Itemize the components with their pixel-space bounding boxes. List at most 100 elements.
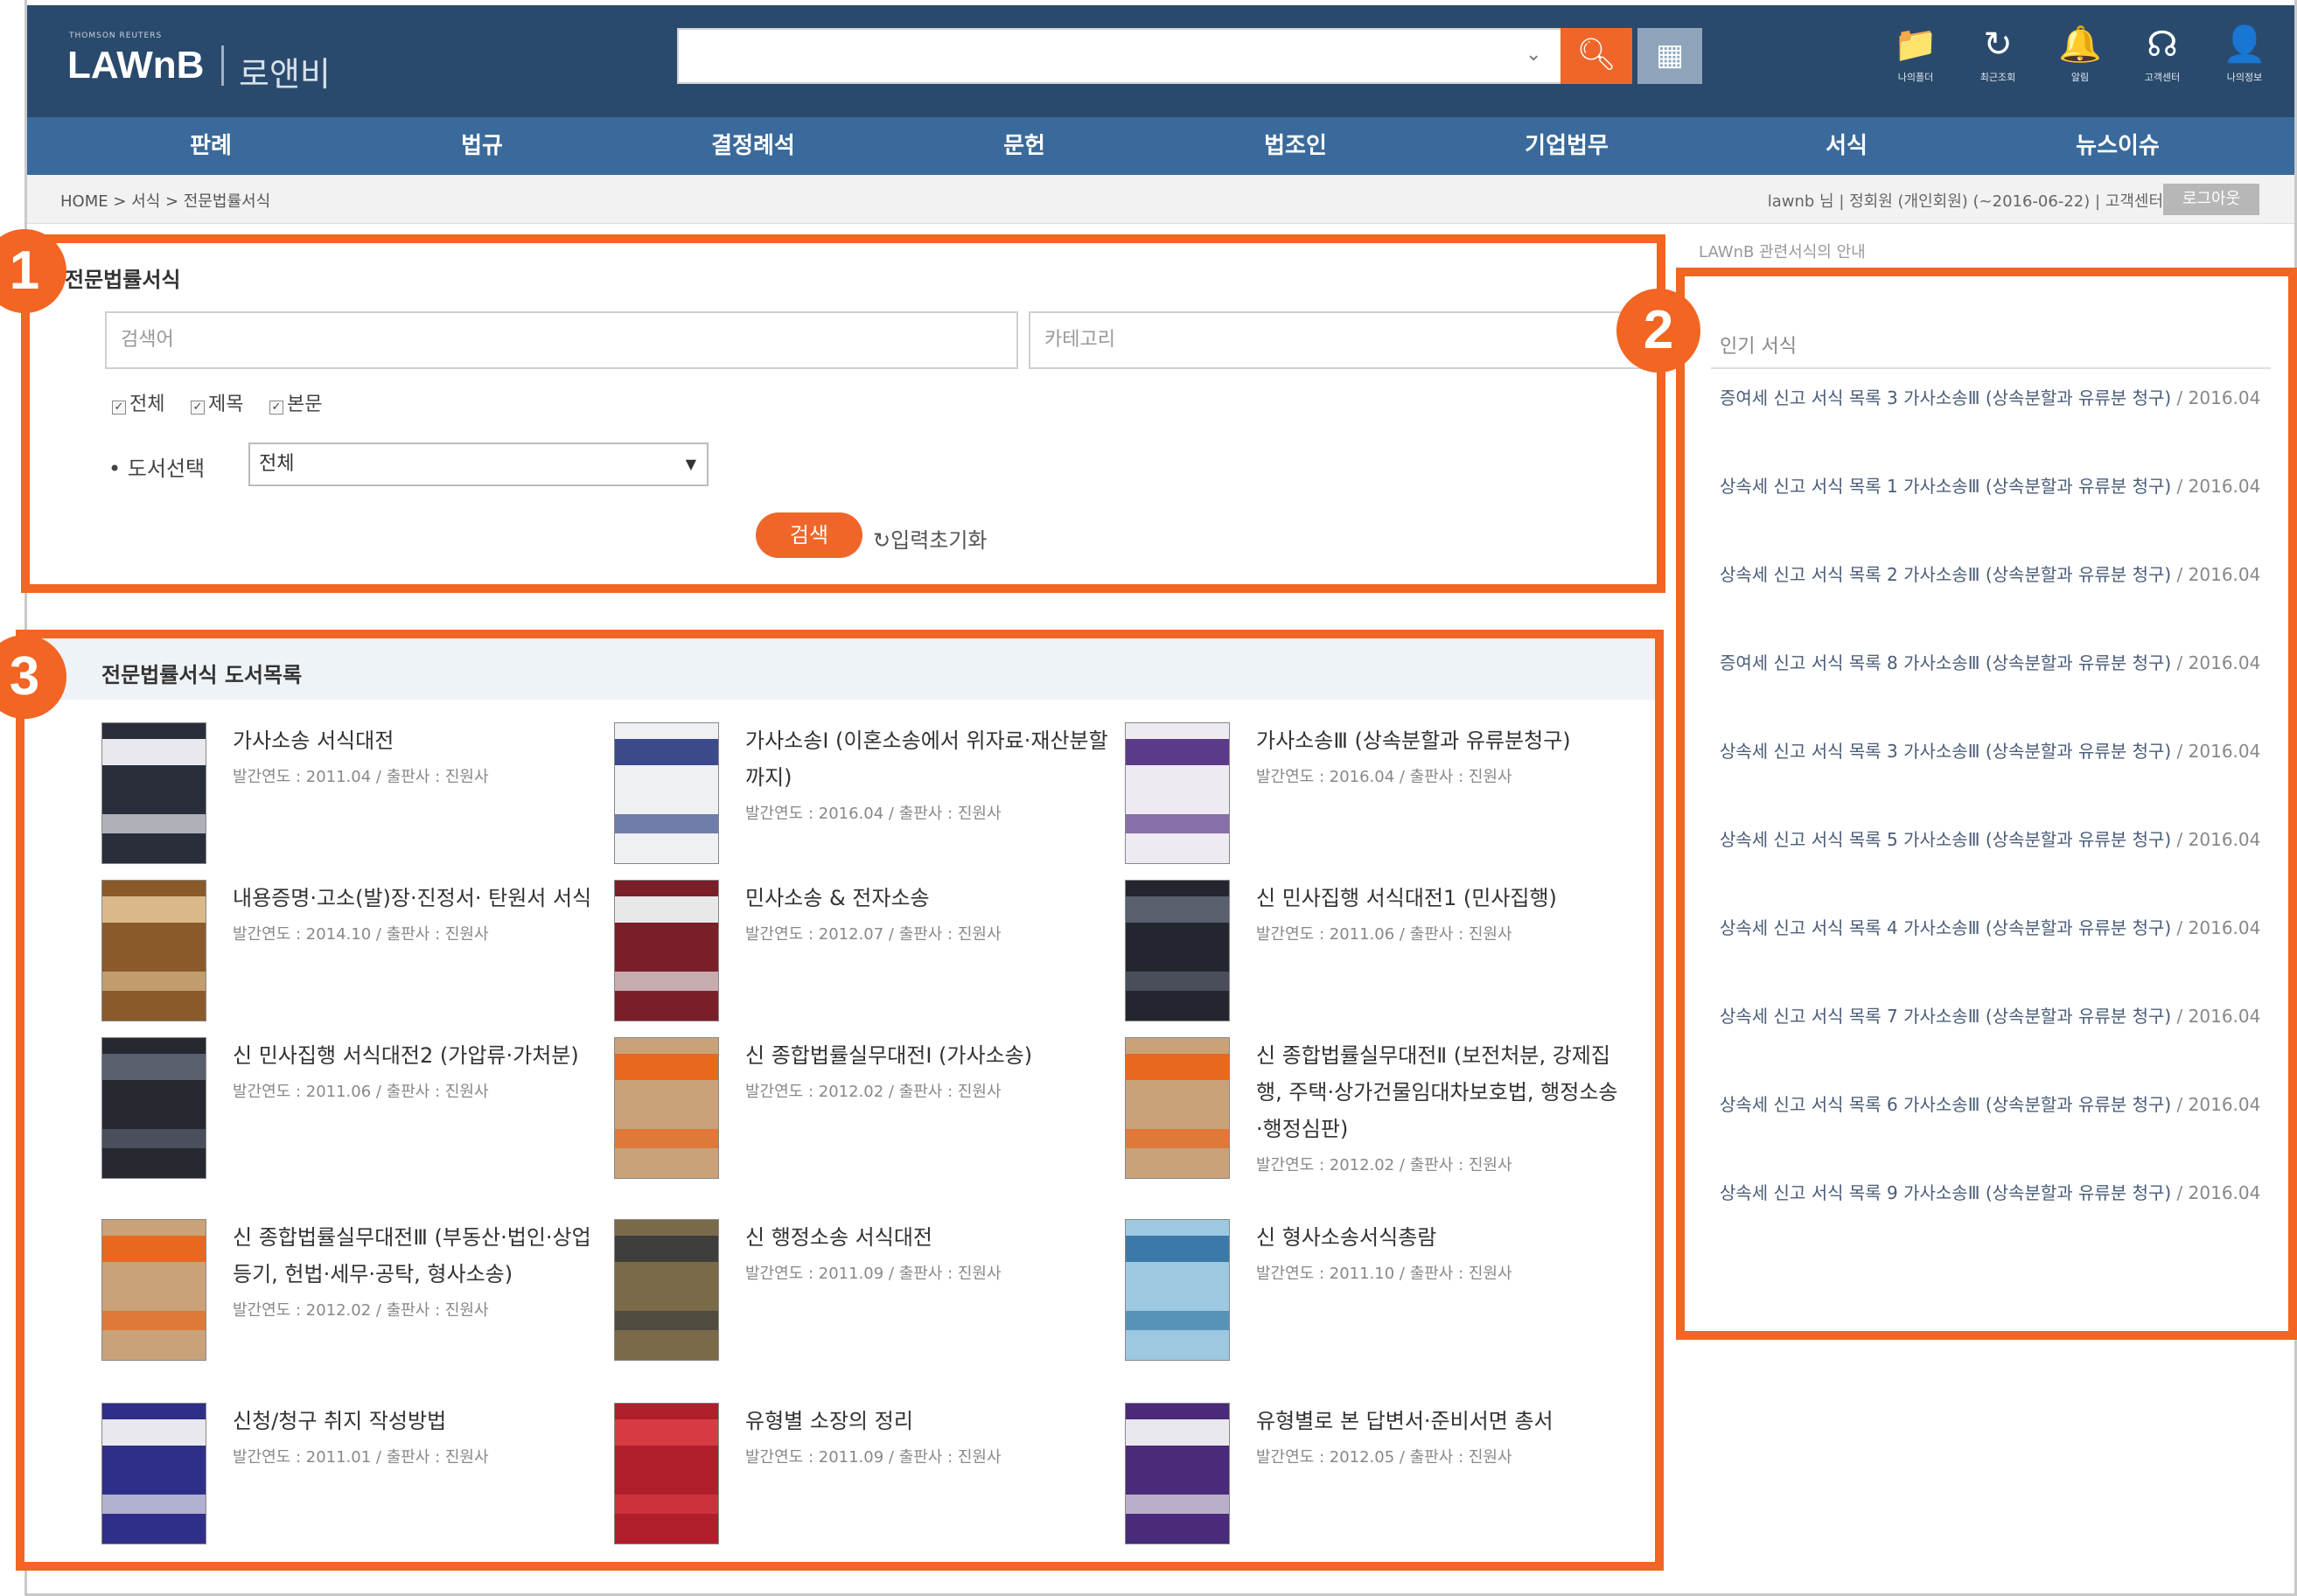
popular-form-item[interactable]: 증여세 신고 서식 목록 8 가사소송Ⅲ (상속분할과 유류분 청구) / 20… <box>1720 648 2262 736</box>
book-meta: 발간연도 : 2016.04 / 출판사 : 진원사 <box>745 805 1002 823</box>
tool-label: 최근조회 <box>1979 72 2016 83</box>
popular-form-item[interactable]: 증여세 신고 서식 목록 3 가사소송Ⅲ (상속분할과 유류분 청구) / 20… <box>1720 383 2262 471</box>
popular-form-item[interactable]: 상속세 신고 서식 목록 5 가사소송Ⅲ (상속분할과 유류분 청구) / 20… <box>1720 825 2262 913</box>
book-item[interactable]: 신 종합법률실무대전Ⅲ (부동산·법인·상업등기, 헌법·세무·공탁, 형사소송… <box>101 1219 609 1385</box>
tool-label: 나의폴더 <box>1897 72 1934 83</box>
folder-tool[interactable]: 📁 나의폴더 <box>1881 23 1951 84</box>
book-cover[interactable] <box>101 722 206 864</box>
book-item[interactable]: 가사소송Ⅲ (상속분할과 유류분청구) 발간연도 : 2016.04 / 출판사 … <box>1125 722 1632 889</box>
cover-band <box>102 1054 206 1080</box>
form-title: 상속세 신고 서식 목록 5 가사소송Ⅲ (상속분할과 유류분 청구) <box>1720 829 2172 850</box>
book-title[interactable]: 가사소송Ⅲ (상속분할과 유류분청구) <box>1256 722 1623 759</box>
reset-button[interactable]: ↻입력초기화 <box>873 523 988 554</box>
popular-form-item[interactable]: 상속세 신고 서식 목록 9 가사소송Ⅲ (상속분할과 유류분 청구) / 20… <box>1720 1178 2262 1266</box>
book-item[interactable]: 신 종합법률실무대전Ⅰ (가사소송) 발간연도 : 2012.02 / 출판사 :… <box>614 1037 1121 1203</box>
book-item[interactable]: 내용증명·고소(발)장·진정서· 탄원서 서식 발간연도 : 2014.10 / … <box>101 880 609 1046</box>
book-title[interactable]: 유형별로 본 답변서·준비서면 총서 <box>1256 1403 1623 1439</box>
checkbox-icon: ✓ <box>191 401 205 415</box>
book-item[interactable]: 유형별로 본 답변서·준비서면 총서 발간연도 : 2012.05 / 출판사 :… <box>1125 1403 1632 1569</box>
global-search-input[interactable] <box>679 30 1519 82</box>
book-cover[interactable] <box>101 1219 206 1361</box>
book-title[interactable]: 신 종합법률실무대전Ⅱ (보전처분, 강제집행, 주택·상가건물임대차보호법, … <box>1256 1037 1623 1147</box>
headset-icon: ☊ <box>2147 24 2178 65</box>
book-cover[interactable] <box>614 722 719 864</box>
popular-form-item[interactable]: 상속세 신고 서식 목록 7 가사소송Ⅲ (상속분할과 유류분 청구) / 20… <box>1720 1001 2262 1090</box>
book-cover[interactable] <box>614 1403 719 1544</box>
bell-tool[interactable]: 🔔 알림 <box>2045 23 2115 84</box>
book-cover[interactable] <box>1125 1403 1230 1544</box>
headset-tool[interactable]: ☊ 고객센터 <box>2127 23 2197 84</box>
book-select[interactable]: 전체 ▼ <box>248 443 709 486</box>
book-title[interactable]: 신 민사집행 서식대전2 (가압류·가처분) <box>233 1037 600 1074</box>
book-item[interactable]: 신 민사집행 서식대전1 (민사집행) 발간연도 : 2011.06 / 출판사 … <box>1125 880 1632 1046</box>
book-cover[interactable] <box>101 1403 206 1544</box>
main-nav: 판례 법규 결정례석 문헌 법조인 기업법무 서식 뉴스이슈 <box>27 117 2294 175</box>
form-date: / 2016.04 <box>2176 917 2261 938</box>
book-item[interactable]: 신 민사집행 서식대전2 (가압류·가처분) 발간연도 : 2011.06 / 출… <box>101 1037 609 1203</box>
book-cover[interactable] <box>614 880 719 1021</box>
book-meta: 발간연도 : 2011.06 / 출판사 : 진원사 <box>233 1083 489 1101</box>
book-title[interactable]: 가사소송Ⅰ (이혼소송에서 위자료·재산분할까지) <box>745 722 1113 796</box>
nav-item[interactable]: 법조인 <box>1190 117 1400 175</box>
form-title: 상속세 신고 서식 목록 1 가사소송Ⅲ (상속분할과 유류분 청구) <box>1720 476 2172 497</box>
site-logo[interactable]: LAWnB <box>67 44 204 87</box>
nav-item[interactable]: 기업법무 <box>1462 117 1672 175</box>
popular-form-item[interactable]: 상속세 신고 서식 목록 3 가사소송Ⅲ (상속분할과 유류분 청구) / 20… <box>1720 736 2262 825</box>
history-tool[interactable]: ↻ 최근조회 <box>1963 23 2033 84</box>
book-title[interactable]: 내용증명·고소(발)장·진정서· 탄원서 서식 <box>233 880 600 916</box>
nav-item[interactable]: 결정례석 <box>648 117 858 175</box>
book-title[interactable]: 신 종합법률실무대전Ⅰ (가사소송) <box>745 1037 1113 1074</box>
user-tool[interactable]: 👤 나의정보 <box>2210 23 2280 84</box>
category-input[interactable]: 카테고리 <box>1029 311 1658 369</box>
book-item[interactable]: 가사소송Ⅰ (이혼소송에서 위자료·재산분할까지) 발간연도 : 2016.04 … <box>614 722 1121 889</box>
search-button[interactable]: 검색 <box>756 512 862 558</box>
nav-item[interactable]: 법규 <box>377 117 587 175</box>
popular-form-item[interactable]: 상속세 신고 서식 목록 1 가사소송Ⅲ (상속분할과 유류분 청구) / 20… <box>1720 471 2262 560</box>
book-title[interactable]: 신 형사소송서식총람 <box>1256 1219 1623 1256</box>
book-title[interactable]: 민사소송 & 전자소송 <box>745 880 1113 916</box>
detail-search-button[interactable]: ▦ <box>1637 28 1702 84</box>
book-item[interactable]: 신 행정소송 서식대전 발간연도 : 2011.09 / 출판사 : 진원사 <box>614 1219 1121 1385</box>
book-title[interactable]: 신청/청구 취지 작성방법 <box>233 1403 600 1439</box>
checkbox-body[interactable]: ✓ 본문 <box>269 388 322 416</box>
checkbox-title[interactable]: ✓ 제목 <box>191 388 243 416</box>
book-item[interactable]: 신 종합법률실무대전Ⅱ (보전처분, 강제집행, 주택·상가건물임대차보호법, … <box>1125 1037 1632 1203</box>
chevron-down-icon[interactable]: ⌄ <box>1526 44 1541 66</box>
sidebar-header[interactable]: LAWnB 관련서식의 안내 <box>1699 240 2287 262</box>
nav-item[interactable]: 서식 <box>1742 117 1951 175</box>
breadcrumb[interactable]: HOME > 서식 > 전문법률서식 <box>60 189 270 212</box>
cover-band <box>1126 1236 1229 1262</box>
book-cover[interactable] <box>101 880 206 1021</box>
nav-item[interactable]: 문헌 <box>919 117 1129 175</box>
book-cover[interactable] <box>614 1219 719 1361</box>
cover-band <box>102 972 206 991</box>
book-cover[interactable] <box>1125 722 1230 864</box>
nav-item[interactable]: 뉴스이슈 <box>2013 117 2223 175</box>
book-title[interactable]: 신 행정소송 서식대전 <box>745 1219 1113 1256</box>
popular-form-item[interactable]: 상속세 신고 서식 목록 6 가사소송Ⅲ (상속분할과 유류분 청구) / 20… <box>1720 1090 2262 1178</box>
nav-item[interactable]: 판례 <box>106 117 316 175</box>
book-item[interactable]: 신 형사소송서식총람 발간연도 : 2011.10 / 출판사 : 진원사 <box>1125 1219 1632 1385</box>
book-cover[interactable] <box>614 1037 719 1179</box>
book-title[interactable]: 유형별 소장의 정리 <box>745 1403 1113 1439</box>
logout-button[interactable]: 로그아웃 <box>2163 184 2259 215</box>
popular-form-item[interactable]: 상속세 신고 서식 목록 2 가사소송Ⅲ (상속분할과 유류분 청구) / 20… <box>1720 560 2262 648</box>
book-item[interactable]: 신청/청구 취지 작성방법 발간연도 : 2011.01 / 출판사 : 진원사 <box>101 1403 609 1569</box>
book-item[interactable]: 유형별 소장의 정리 발간연도 : 2011.09 / 출판사 : 진원사 <box>614 1403 1121 1569</box>
checkbox-all[interactable]: ✓ 전체 <box>112 388 164 416</box>
book-cover[interactable] <box>1125 1219 1230 1361</box>
book-item[interactable]: 가사소송 서식대전 발간연도 : 2011.04 / 출판사 : 진원사 <box>101 722 609 889</box>
keyword-input[interactable]: 검색어 <box>105 311 1018 369</box>
popular-form-item[interactable]: 상속세 신고 서식 목록 4 가사소송Ⅲ (상속분할과 유류분 청구) / 20… <box>1720 913 2262 1001</box>
site-logo-korean[interactable]: 로앤비 <box>239 47 331 95</box>
cover-band <box>615 896 718 923</box>
book-cover[interactable] <box>101 1037 206 1179</box>
global-search-button[interactable]: 🔍︎ <box>1560 28 1632 84</box>
book-title[interactable]: 신 민사집행 서식대전1 (민사집행) <box>1256 880 1623 916</box>
book-title[interactable]: 신 종합법률실무대전Ⅲ (부동산·법인·상업등기, 헌법·세무·공탁, 형사소송… <box>233 1219 600 1293</box>
book-cover[interactable] <box>1125 880 1230 1021</box>
book-title[interactable]: 가사소송 서식대전 <box>233 722 600 759</box>
form-date: / 2016.04 <box>2176 1006 2261 1027</box>
book-cover[interactable] <box>1125 1037 1230 1179</box>
book-item[interactable]: 민사소송 & 전자소송 발간연도 : 2012.07 / 출판사 : 진원사 <box>614 880 1121 1046</box>
